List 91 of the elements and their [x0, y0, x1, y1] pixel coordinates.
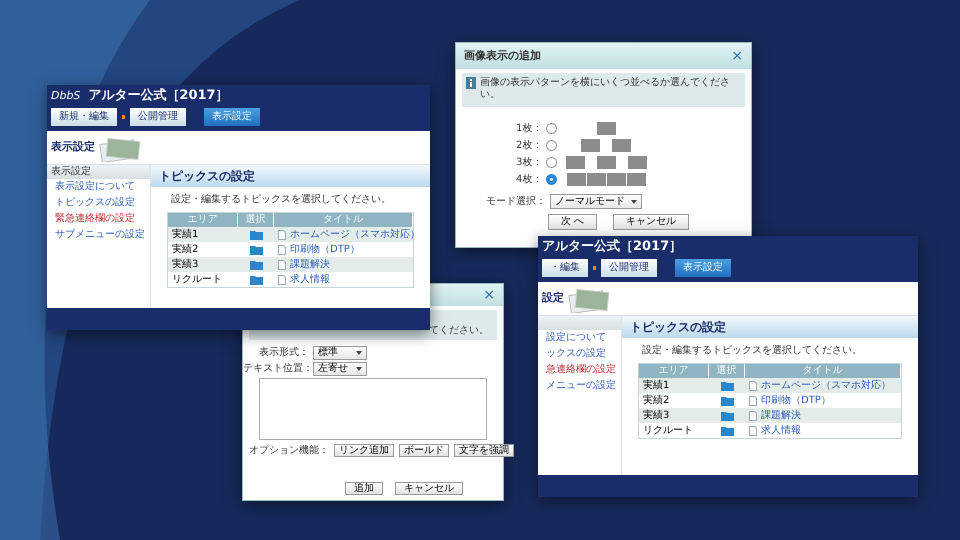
sidebar-link[interactable]: 緊急連絡欄の設定: [47, 211, 135, 227]
table-cell-text: 実績1: [642, 380, 670, 390]
image-tile: [606, 172, 626, 186]
image-tile: [596, 156, 616, 168]
table-cell-text: 実績2: [171, 244, 200, 254]
section-title: トピックスの設定: [151, 165, 430, 187]
image-tile: [628, 156, 646, 168]
info-icon: [466, 77, 476, 89]
table-cell-text: リクルート: [642, 426, 694, 436]
radio-button[interactable]: [546, 156, 557, 168]
table-cell-text: 実績3: [642, 410, 670, 420]
sidebar-link[interactable]: 急連絡欄の設定: [538, 362, 616, 378]
app-title: アルター公式［2017］: [88, 87, 229, 106]
sidebar-link[interactable]: 設定について: [538, 330, 606, 346]
field-label: テキスト位置：: [243, 364, 309, 374]
dialog-button[interactable]: キャンセル: [613, 214, 690, 230]
topic-link[interactable]: ホームページ（スマホ対応）: [761, 380, 891, 390]
topic-link[interactable]: 印刷物（DTP）: [761, 396, 831, 406]
close-button[interactable]: ×: [483, 288, 495, 302]
select-field[interactable]: 標準: [313, 346, 367, 360]
folder-icon[interactable]: [720, 380, 734, 390]
instruction-text: 設定・編集するトピックスを選択してください。: [641, 344, 863, 358]
info-message: 画像の表示パターンを横にいくつ並べるか選んでください。: [480, 77, 731, 101]
image-tile: [612, 138, 631, 152]
image-tile: [581, 138, 600, 152]
sidebar-link[interactable]: サブメニューの設定: [47, 227, 145, 243]
option-label: 3枚：: [516, 156, 542, 170]
image-tile: [626, 172, 646, 186]
topic-link[interactable]: 求人情報: [290, 274, 330, 284]
folder-icon[interactable]: [720, 410, 734, 420]
mode-label: モード選択：: [486, 195, 546, 209]
dialog-button[interactable]: 追加: [345, 482, 383, 495]
logo: DbbS: [51, 88, 80, 104]
step-marker-icon: [122, 115, 125, 119]
folder-icon[interactable]: [720, 426, 734, 436]
nav-tab[interactable]: 公開管理: [130, 108, 186, 126]
image-tile: [566, 156, 584, 168]
option-button[interactable]: ボールド: [399, 444, 449, 457]
page-heading: 表示設定: [51, 139, 95, 156]
text-area[interactable]: [259, 378, 487, 440]
topic-link[interactable]: 印刷物（DTP）: [290, 244, 360, 254]
table-cell-text: 実績1: [171, 230, 200, 240]
radio-button[interactable]: [546, 122, 557, 134]
topic-link[interactable]: 課題解決: [761, 410, 801, 420]
dialog-button[interactable]: キャンセル: [395, 482, 463, 495]
app-title: アルター公式［2017］: [542, 238, 682, 256]
folder-icon[interactable]: [250, 260, 262, 270]
mode-select[interactable]: ノーマルモード: [550, 194, 642, 209]
table-cell-text: 実績3: [171, 260, 200, 270]
table-cell-text: リクルート: [171, 274, 223, 284]
topic-link[interactable]: 求人情報: [761, 426, 801, 436]
dialog-button[interactable]: 次 へ: [548, 214, 598, 230]
options-label: オプション機能：: [249, 444, 329, 458]
nav-tab[interactable]: 表示設定: [675, 259, 731, 277]
page-heading: 設定: [542, 290, 564, 306]
select-field[interactable]: 左寄せ: [313, 362, 367, 376]
step-marker-icon: [593, 266, 596, 270]
caret-icon: [631, 200, 637, 204]
folder-icon[interactable]: [250, 244, 262, 254]
table-cell-text: 実績2: [642, 396, 670, 406]
nav-tab[interactable]: ・編集: [542, 259, 588, 277]
option-button[interactable]: 文字を強調: [454, 444, 514, 457]
topic-link[interactable]: ホームページ（スマホ対応）: [290, 230, 420, 240]
option-label: 1枚：: [516, 122, 542, 136]
sidebar-link[interactable]: ックスの設定: [538, 346, 606, 362]
image-tile: [586, 172, 606, 186]
folder-icon[interactable]: [720, 396, 734, 406]
caret-icon: [356, 351, 362, 355]
close-button[interactable]: ×: [731, 49, 743, 63]
image-tile: [566, 172, 586, 186]
sidebar-link[interactable]: トピックスの設定: [47, 195, 135, 211]
option-label: 2枚：: [516, 138, 542, 152]
topic-link[interactable]: 課題解決: [290, 260, 330, 270]
radio-button[interactable]: [546, 174, 557, 184]
option-label: 4枚：: [516, 172, 542, 186]
sidebar-link[interactable]: 表示設定について: [47, 179, 135, 195]
caret-icon: [356, 367, 362, 371]
nav-tab[interactable]: 新規・編集: [51, 108, 117, 126]
info-message: てください。: [429, 326, 489, 336]
nav-tab[interactable]: 公開管理: [601, 259, 657, 277]
folder-icon[interactable]: [250, 230, 262, 240]
instruction-text: 設定・編集するトピックスを選択してください。: [170, 192, 392, 207]
nav-tab[interactable]: 表示設定: [204, 108, 260, 126]
section-title: トピックスの設定: [622, 316, 918, 338]
option-button[interactable]: リンク追加: [334, 444, 394, 457]
field-label: 表示形式：: [258, 348, 309, 358]
dialog-title: 画像表示の追加: [464, 48, 541, 64]
image-tile: [596, 122, 616, 134]
sidebar-heading: 表示設定: [47, 165, 150, 179]
sidebar-link[interactable]: メニューの設定: [538, 378, 616, 394]
radio-button[interactable]: [546, 140, 557, 150]
